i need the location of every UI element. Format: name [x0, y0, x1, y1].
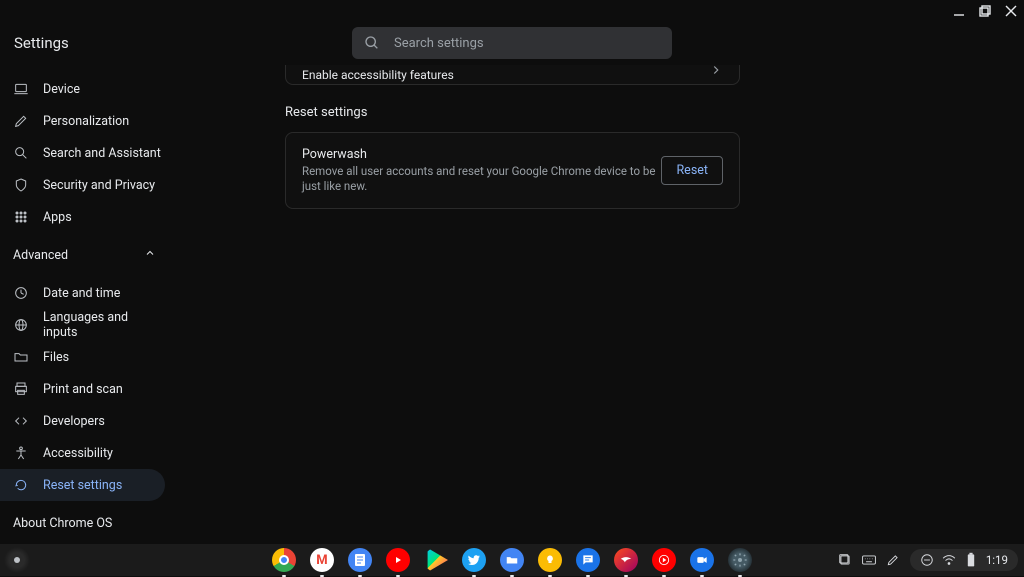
- folder-icon: [13, 349, 29, 365]
- search-box[interactable]: [352, 27, 672, 59]
- sidebar-item-apps[interactable]: Apps: [0, 201, 165, 233]
- sidebar-item-label: Accessibility: [43, 446, 113, 461]
- search-input[interactable]: [394, 36, 660, 51]
- sidebar-advanced-toggle[interactable]: Advanced: [0, 237, 170, 273]
- sidebar-item-device[interactable]: Device: [0, 73, 165, 105]
- sidebar-item-label: Apps: [43, 210, 72, 225]
- app-messages[interactable]: [576, 548, 600, 572]
- chevron-up-icon: [144, 247, 156, 263]
- advanced-label: Advanced: [13, 248, 68, 263]
- search-icon: [364, 35, 380, 51]
- app-settings[interactable]: [728, 548, 752, 572]
- reset-button[interactable]: Reset: [661, 156, 723, 185]
- minimize-button[interactable]: [952, 4, 966, 18]
- sidebar-item-label: Print and scan: [43, 382, 123, 397]
- sidebar-item-label: Search and Assistant: [43, 146, 161, 161]
- apps-grid-icon: [13, 209, 29, 225]
- sidebar-item-languages-inputs[interactable]: Languages and inputs: [0, 309, 165, 341]
- keyboard-icon[interactable]: [862, 553, 876, 567]
- about-label: About Chrome OS: [13, 516, 112, 531]
- notification-dnd-icon: [920, 553, 934, 567]
- close-button[interactable]: [1004, 4, 1018, 18]
- battery-icon: [964, 553, 978, 567]
- app-duo[interactable]: [690, 548, 714, 572]
- app-twitter[interactable]: [462, 548, 486, 572]
- maximize-button[interactable]: [978, 4, 992, 18]
- launcher-button[interactable]: [4, 547, 30, 573]
- laptop-icon: [13, 81, 29, 97]
- sidebar-item-label: Files: [43, 350, 69, 365]
- sidebar-item-label: Date and time: [43, 286, 120, 301]
- sidebar-item-about[interactable]: About Chrome OS: [0, 507, 170, 539]
- clock-icon: [13, 285, 29, 301]
- sidebar-item-label: Developers: [43, 414, 105, 429]
- app-youtube[interactable]: [386, 548, 410, 572]
- powerwash-card: Powerwash Remove all user accounts and r…: [285, 132, 740, 209]
- powerwash-title: Powerwash: [302, 147, 661, 162]
- sidebar-item-search-assistant[interactable]: Search and Assistant: [0, 137, 165, 169]
- sidebar-item-personalization[interactable]: Personalization: [0, 105, 165, 137]
- app-chrome[interactable]: [272, 548, 296, 572]
- reset-icon: [13, 477, 29, 493]
- accessibility-label: Enable accessibility features: [302, 68, 454, 82]
- sidebar-item-date-time[interactable]: Date and time: [0, 277, 165, 309]
- page-title: Settings: [0, 34, 69, 52]
- sidebar-item-accessibility[interactable]: Accessibility: [0, 437, 165, 469]
- sidebar-item-files[interactable]: Files: [0, 341, 165, 373]
- sidebar-item-label: Device: [43, 82, 80, 97]
- sidebar-item-label: Languages and inputs: [43, 310, 165, 340]
- globe-icon: [13, 317, 29, 333]
- shelf-apps: M: [272, 548, 752, 572]
- app-keep[interactable]: [538, 548, 562, 572]
- accessibility-card[interactable]: Enable accessibility features: [285, 65, 740, 85]
- sidebar-item-label: Personalization: [43, 114, 129, 129]
- app-youtube-music[interactable]: [652, 548, 676, 572]
- sidebar-item-label: Security and Privacy: [43, 178, 155, 193]
- app-stadia[interactable]: [614, 548, 638, 572]
- sidebar: Device Personalization Search and Assist…: [0, 65, 170, 544]
- main-content: Enable accessibility features Reset sett…: [170, 65, 1024, 544]
- launcher-icon: [14, 557, 20, 563]
- search-icon: [13, 145, 29, 161]
- printer-icon: [13, 381, 29, 397]
- sidebar-item-security-privacy[interactable]: Security and Privacy: [0, 169, 165, 201]
- pencil-icon: [13, 113, 29, 129]
- status-area: 1:19: [838, 549, 1018, 571]
- app-gmail[interactable]: M: [310, 548, 334, 572]
- code-icon: [13, 413, 29, 429]
- accessibility-icon: [13, 445, 29, 461]
- app-files[interactable]: [500, 548, 524, 572]
- wifi-icon: [942, 553, 956, 567]
- clock: 1:19: [986, 553, 1008, 567]
- chevron-right-icon: [709, 62, 723, 81]
- sidebar-item-label: Reset settings: [43, 478, 122, 493]
- reset-section-title: Reset settings: [285, 105, 740, 120]
- sidebar-item-developers[interactable]: Developers: [0, 405, 165, 437]
- status-pill[interactable]: 1:19: [910, 549, 1018, 571]
- app-header: Settings: [0, 21, 1024, 65]
- shelf: M 1:19: [0, 544, 1024, 576]
- stylus-icon[interactable]: [886, 553, 900, 567]
- sidebar-item-reset-settings[interactable]: Reset settings: [0, 469, 165, 501]
- screenshot-icon[interactable]: [838, 553, 852, 567]
- shield-icon: [13, 177, 29, 193]
- window-titlebar: [0, 0, 1024, 21]
- powerwash-description: Remove all user accounts and reset your …: [302, 164, 661, 194]
- app-docs[interactable]: [348, 548, 372, 572]
- sidebar-item-print-scan[interactable]: Print and scan: [0, 373, 165, 405]
- app-play-store[interactable]: [424, 548, 448, 572]
